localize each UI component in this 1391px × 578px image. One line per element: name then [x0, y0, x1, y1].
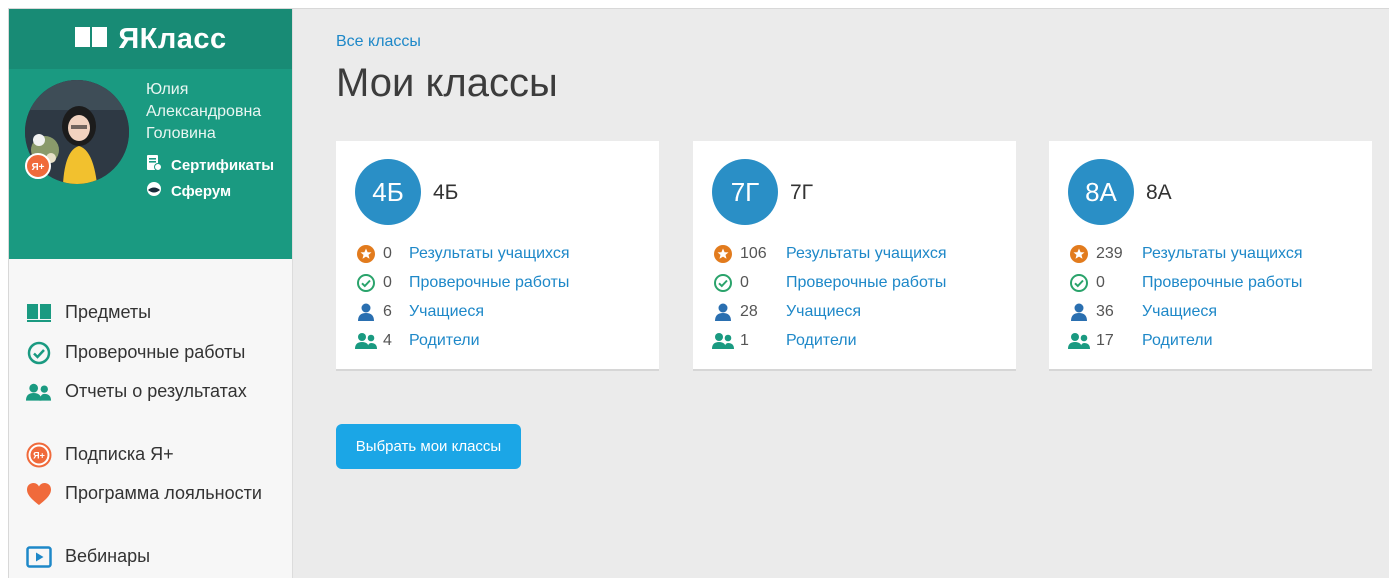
students-link[interactable]: Учащиеся — [786, 303, 861, 321]
stat-parents: 1 Родители — [712, 329, 857, 353]
check-circle-icon — [25, 339, 52, 366]
sidebar-item-subscription[interactable]: Я+ Подписка Я+ — [25, 441, 174, 468]
sidebar-item-label: Программа лояльности — [65, 483, 262, 503]
stat-results: 239 Результаты учащихся — [1068, 242, 1303, 266]
user-last-name: Головина — [146, 125, 216, 142]
students-link[interactable]: Учащиеся — [409, 303, 484, 321]
check-circle-icon — [1068, 272, 1090, 294]
class-name[interactable]: 4Б — [433, 181, 458, 205]
certificate-icon — [146, 154, 162, 176]
sidebar-item-webinars[interactable]: Вебинары — [25, 543, 150, 570]
sidebar-item-tests[interactable]: Проверочные работы — [25, 339, 245, 366]
stat-results: 106 Результаты учащихся — [712, 242, 947, 266]
brand-name: ЯКласс — [118, 22, 227, 55]
star-icon — [355, 243, 377, 265]
stat-tests: 0 Проверочные работы — [1068, 271, 1302, 295]
breadcrumb-all-classes[interactable]: Все классы — [336, 33, 421, 51]
star-icon — [1068, 243, 1090, 265]
user-profile: Я+ Юлия Александровна Головина Сертифика… — [9, 69, 292, 259]
class-card-8a: 8А 8А 239 Результаты учащихся 0 Провероч… — [1049, 141, 1372, 369]
certificates-link[interactable]: Сертификаты — [146, 154, 274, 176]
users-icon — [25, 378, 52, 405]
page-title: Мои классы — [336, 61, 558, 105]
parents-count: 4 — [383, 332, 392, 349]
parents-icon — [1068, 330, 1090, 352]
user-first-name: Юлия — [146, 81, 189, 98]
stat-students: 6 Учащиеся — [355, 300, 484, 324]
play-icon — [25, 543, 52, 570]
results-link[interactable]: Результаты учащихся — [409, 245, 570, 263]
tests-link[interactable]: Проверочные работы — [409, 274, 569, 292]
class-name[interactable]: 7Г — [790, 181, 813, 205]
tests-link[interactable]: Проверочные работы — [786, 274, 946, 292]
sidebar-item-label: Предметы — [65, 302, 152, 322]
class-name[interactable]: 8А — [1146, 181, 1172, 205]
class-badge[interactable]: 4Б — [355, 159, 421, 225]
brand-logo[interactable]: ЯКласс — [9, 9, 292, 69]
user-middle-name: Александровна — [146, 103, 262, 120]
parents-icon — [355, 330, 377, 352]
sferum-link[interactable]: Сферум — [146, 181, 231, 201]
user-name: Юлия Александровна Головина — [146, 79, 261, 145]
user-icon — [712, 301, 734, 323]
certificates-label: Сертификаты — [171, 156, 275, 174]
sidebar-item-subjects[interactable]: Предметы — [25, 299, 151, 326]
user-icon — [1068, 301, 1090, 323]
stat-results: 0 Результаты учащихся — [355, 242, 570, 266]
parents-link[interactable]: Родители — [1142, 332, 1213, 350]
star-icon — [712, 243, 734, 265]
sidebar-item-label: Подписка Я+ — [65, 444, 174, 464]
students-count: 36 — [1096, 303, 1114, 320]
stat-parents: 4 Родители — [355, 329, 480, 353]
results-link[interactable]: Результаты учащихся — [786, 245, 947, 263]
app-window: ЯКласс Я+ Юлия Александровна Головина Се… — [8, 8, 1389, 578]
tests-count: 0 — [383, 274, 392, 291]
results-count: 106 — [740, 245, 767, 262]
class-card-7g: 7Г 7Г 106 Результаты учащихся 0 Провероч… — [693, 141, 1016, 369]
sferum-icon — [146, 181, 162, 201]
stat-students: 28 Учащиеся — [712, 300, 861, 324]
parents-link[interactable]: Родители — [409, 332, 480, 350]
choose-classes-button[interactable]: Выбрать мои классы — [336, 424, 521, 469]
results-count: 239 — [1096, 245, 1123, 262]
check-circle-icon — [355, 272, 377, 294]
class-badge[interactable]: 7Г — [712, 159, 778, 225]
results-count: 0 — [383, 245, 392, 262]
stat-students: 36 Учащиеся — [1068, 300, 1217, 324]
ya-plus-badge: Я+ — [25, 153, 51, 184]
user-icon — [355, 301, 377, 323]
heart-icon — [25, 480, 52, 507]
tests-count: 0 — [740, 274, 749, 291]
check-circle-icon — [712, 272, 734, 294]
parents-link[interactable]: Родители — [786, 332, 857, 350]
results-link[interactable]: Результаты учащихся — [1142, 245, 1303, 263]
sidebar: ЯКласс Я+ Юлия Александровна Головина Се… — [9, 9, 293, 578]
sidebar-item-loyalty[interactable]: Программа лояльности — [25, 480, 262, 507]
stat-tests: 0 Проверочные работы — [355, 271, 569, 295]
sidebar-item-label: Вебинары — [65, 546, 151, 566]
students-count: 28 — [740, 303, 758, 320]
sferum-label: Сферум — [171, 182, 232, 200]
parents-icon — [712, 330, 734, 352]
sidebar-item-label: Отчеты о результатах — [65, 381, 247, 401]
tests-count: 0 — [1096, 274, 1105, 291]
stat-tests: 0 Проверочные работы — [712, 271, 946, 295]
sidebar-item-label: Проверочные работы — [65, 342, 246, 362]
stat-parents: 17 Родители — [1068, 329, 1213, 353]
parents-count: 1 — [740, 332, 749, 349]
ya-plus-icon: Я+ — [25, 441, 52, 468]
svg-text:Я+: Я+ — [31, 162, 44, 173]
students-link[interactable]: Учащиеся — [1142, 303, 1217, 321]
svg-text:Я+: Я+ — [33, 450, 45, 460]
class-badge[interactable]: 8А — [1068, 159, 1134, 225]
open-book-icon — [74, 25, 108, 54]
tests-link[interactable]: Проверочные работы — [1142, 274, 1302, 292]
class-card-4b: 4Б 4Б 0 Результаты учащихся 0 Проверочны… — [336, 141, 659, 369]
students-count: 6 — [383, 303, 392, 320]
parents-count: 17 — [1096, 332, 1114, 349]
sidebar-item-reports[interactable]: Отчеты о результатах — [25, 378, 247, 405]
book-icon — [25, 299, 52, 326]
